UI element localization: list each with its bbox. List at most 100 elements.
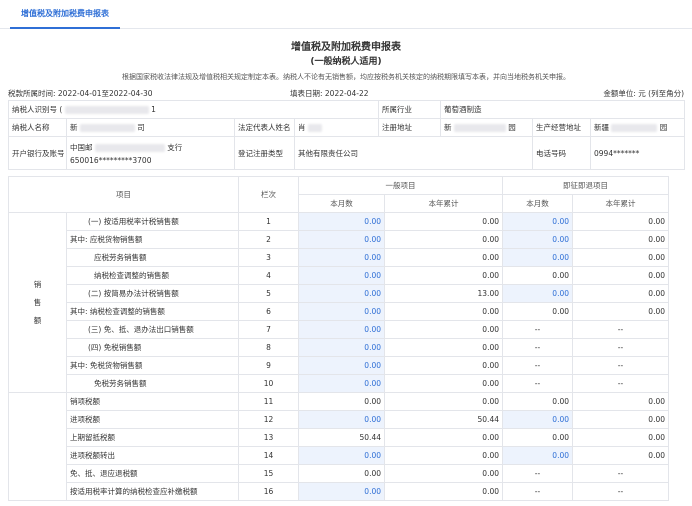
amount-cell[interactable]: 0.00	[502, 266, 573, 285]
biz-addr-value: 新疆 园	[589, 118, 686, 137]
amount-cell[interactable]: 0.00	[572, 212, 669, 231]
header-line: 栏次	[238, 176, 299, 213]
row-line-number: 10	[238, 374, 299, 393]
reg-addr-value: 新 园	[440, 118, 533, 137]
amount-cell[interactable]: 0.00	[298, 338, 385, 357]
row-label: 纳税检查调整的销售额	[66, 266, 239, 285]
header-item: 项目	[8, 176, 239, 213]
amount-cell[interactable]: 0.00	[298, 302, 385, 321]
row-line-number: 3	[238, 248, 299, 267]
amount-cell[interactable]: 0.00	[384, 392, 503, 411]
row-line-number: 4	[238, 266, 299, 285]
table-row: 其中: 纳税检查调整的销售额 6 0.00 0.00 0.00 0.00	[9, 302, 669, 321]
redacted-block	[453, 124, 506, 132]
amount-cell[interactable]: 0.00	[572, 230, 669, 249]
amount-cell[interactable]: 0.00	[572, 446, 669, 465]
amount-cell[interactable]: 0.00	[572, 410, 669, 429]
header-general-year: 本年累计	[384, 194, 503, 213]
row-label: 进项税额转出	[66, 446, 239, 465]
industry-value: 葡萄酒制造	[439, 100, 686, 119]
amount-cell[interactable]: 0.00	[502, 212, 573, 231]
amount-cell[interactable]: 0.00	[298, 446, 385, 465]
amount-cell[interactable]: 0.00	[384, 266, 503, 285]
amount-cell[interactable]: 0.00	[384, 302, 503, 321]
amount-cell[interactable]: 0.00	[298, 410, 385, 429]
amount-cell[interactable]: 0.00	[298, 212, 385, 231]
amount-cell[interactable]: 0.00	[572, 284, 669, 303]
amount-cell: --	[572, 374, 669, 393]
redacted-block	[307, 124, 322, 132]
amount-cell[interactable]: 0.00	[384, 356, 503, 375]
amount-cell[interactable]: 0.00	[502, 230, 573, 249]
table-row: (二) 按简易办法计税销售额 5 0.00 13.00 0.00 0.00	[9, 284, 669, 303]
amount-cell[interactable]: 0.00	[298, 284, 385, 303]
amount-cell: --	[572, 482, 669, 501]
taxpayer-info-table: 纳税人识别号 ( 1 所属行业 葡萄酒制造 纳税人名称 新 司 法定代表人姓名 …	[8, 100, 686, 170]
amount-cell[interactable]: 0.00	[384, 482, 503, 501]
tab-vat-return[interactable]: 增值税及附加税费申报表	[10, 0, 120, 29]
amount-cell[interactable]: 0.00	[384, 338, 503, 357]
amount-cell[interactable]: 13.00	[384, 284, 503, 303]
row-label: 按适用税率计算的纳税检查应补缴税额	[66, 482, 239, 501]
amount-cell[interactable]: 0.00	[298, 374, 385, 393]
amount-cell[interactable]: 0.00	[298, 248, 385, 267]
amount-cell[interactable]: 0.00	[384, 374, 503, 393]
table-row: 进项税额 12 0.00 50.44 0.00 0.00	[9, 410, 669, 429]
group-tax	[8, 392, 67, 501]
table-row: (四) 免税销售额 8 0.00 0.00 -- --	[9, 338, 669, 357]
row-line-number: 1	[238, 212, 299, 231]
name-tail: 司	[137, 123, 145, 132]
amount-cell: --	[572, 356, 669, 375]
amount-cell[interactable]: 0.00	[298, 266, 385, 285]
amount-cell[interactable]: 0.00	[572, 302, 669, 321]
amount-cell[interactable]: 0.00	[384, 320, 503, 339]
name-label: 纳税人名称	[8, 118, 67, 137]
amount-cell[interactable]: 0.00	[502, 392, 573, 411]
amount-cell[interactable]: 50.44	[298, 428, 385, 447]
amount-cell[interactable]: 0.00	[502, 410, 573, 429]
amount-cell[interactable]: 0.00	[502, 248, 573, 267]
taxpayer-id-label: 纳税人识别号 (	[12, 105, 63, 114]
amount-cell: --	[572, 464, 669, 483]
row-label: 应税劳务销售额	[66, 248, 239, 267]
table-row: 销售额 (一) 按适用税率计税销售额 1 0.00 0.00 0.00 0.00	[8, 212, 669, 393]
amount-cell[interactable]: 0.00	[502, 446, 573, 465]
amount-cell[interactable]: 0.00	[298, 230, 385, 249]
row-label: 销项税额	[66, 392, 239, 411]
amount-cell[interactable]: 0.00	[572, 428, 669, 447]
phone-label: 电话号码	[532, 136, 591, 170]
redacted-block	[64, 106, 149, 114]
amount-cell[interactable]: 0.00	[298, 464, 385, 483]
biz-addr-head: 新疆	[594, 123, 609, 132]
form-meta: 税款所属时间: 2022-04-01至2022-04-30 填表日期: 2022…	[0, 86, 692, 100]
legal-rep-value: 肖	[294, 118, 379, 137]
amount-cell[interactable]: 0.00	[298, 356, 385, 375]
amount-cell[interactable]: 0.00	[502, 284, 573, 303]
amount-cell[interactable]: 0.00	[572, 248, 669, 267]
row-line-number: 7	[238, 320, 299, 339]
bank-value: 中国邮 支行 650016*********3700	[66, 136, 235, 170]
row-line-number: 8	[238, 338, 299, 357]
amount-cell: --	[502, 482, 573, 501]
amount-cell[interactable]: 0.00	[384, 212, 503, 231]
amount-cell[interactable]: 0.00	[384, 230, 503, 249]
row-label: (一) 按适用税率计税销售额	[66, 212, 239, 231]
table-row: 其中: 应税货物销售额 2 0.00 0.00 0.00 0.00	[9, 230, 669, 249]
amount-cell[interactable]: 0.00	[572, 266, 669, 285]
amount-cell[interactable]: 50.44	[384, 410, 503, 429]
row-line-number: 16	[238, 482, 299, 501]
amount-cell[interactable]: 0.00	[384, 248, 503, 267]
amount-cell[interactable]: 0.00	[502, 428, 573, 447]
amount-cell[interactable]: 0.00	[502, 302, 573, 321]
amount-cell[interactable]: 0.00	[384, 464, 503, 483]
amount-cell[interactable]: 0.00	[384, 428, 503, 447]
amount-cell[interactable]: 0.00	[572, 392, 669, 411]
table-row: 其中: 免税货物销售额 9 0.00 0.00 -- --	[9, 356, 669, 375]
amount-cell[interactable]: 0.00	[298, 392, 385, 411]
redacted-block	[94, 143, 165, 152]
header-general-month: 本月数	[298, 194, 385, 213]
row-line-number: 14	[238, 446, 299, 465]
amount-cell[interactable]: 0.00	[298, 482, 385, 501]
amount-cell[interactable]: 0.00	[384, 446, 503, 465]
amount-cell[interactable]: 0.00	[298, 320, 385, 339]
